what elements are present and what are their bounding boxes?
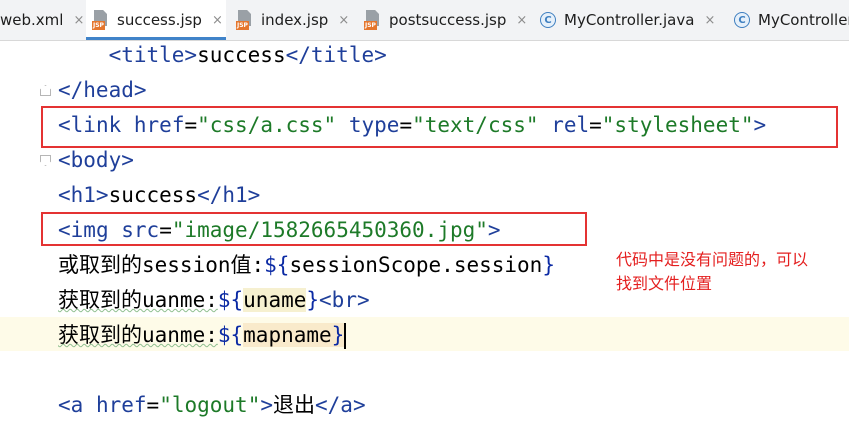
code-line: <body> (58, 148, 134, 172)
fold-marker-icon[interactable] (40, 155, 51, 166)
tab-label: web.xml (0, 11, 64, 29)
annotation-note: 代码中是没有问题的，可以 找到文件位置 (616, 250, 809, 293)
tab-success-jsp[interactable]: JSP success.jsp × (86, 0, 226, 40)
tab-index-jsp[interactable]: JSP index.jsp × (236, 0, 354, 40)
close-icon[interactable]: × (704, 13, 715, 28)
tab-mycontroller[interactable]: C MyController (734, 0, 849, 40)
code-line: <title>success</title> (108, 43, 387, 67)
close-icon[interactable]: × (212, 13, 223, 28)
highlight-box-img-line (41, 212, 587, 246)
close-icon[interactable]: × (516, 13, 527, 28)
code-line: <h1>success</h1> (58, 183, 261, 207)
tab-mycontroller-java[interactable]: C MyController.java × (540, 0, 720, 40)
fold-marker-icon[interactable] (40, 85, 51, 96)
java-class-icon: C (734, 12, 750, 28)
tab-label: success.jsp (117, 11, 202, 29)
code-line: 获取到的uanme:${uname}<br> (58, 288, 370, 312)
code-line: 或取到的session值:${sessionScope.session} (58, 253, 555, 277)
code-line: <a href="logout">退出</a> (58, 393, 366, 417)
close-icon[interactable]: × (73, 13, 84, 28)
editor-tab-bar: web.xml × JSP success.jsp × JSP index.js… (0, 0, 849, 41)
code-editor[interactable]: <title>success</title> </head> <link hre… (0, 41, 849, 423)
highlight-box-link-line (41, 106, 838, 148)
jsp-file-icon: JSP (236, 10, 254, 30)
jsp-file-icon: JSP (364, 10, 382, 30)
tab-label: MyController (758, 11, 849, 29)
tab-label: MyController.java (564, 11, 695, 29)
code-line: </head> (58, 78, 147, 102)
jsp-file-icon: JSP (92, 10, 110, 30)
tab-web-xml[interactable]: web.xml × (0, 0, 84, 40)
tab-label: postsuccess.jsp (389, 11, 507, 29)
code-line: 获取到的uanme:${mapname} (58, 323, 347, 349)
tab-label: index.jsp (261, 11, 329, 29)
tab-postsuccess-jsp[interactable]: JSP postsuccess.jsp × (364, 0, 530, 40)
java-class-icon: C (540, 12, 556, 28)
text-cursor (344, 323, 347, 349)
close-icon[interactable]: × (338, 13, 349, 28)
